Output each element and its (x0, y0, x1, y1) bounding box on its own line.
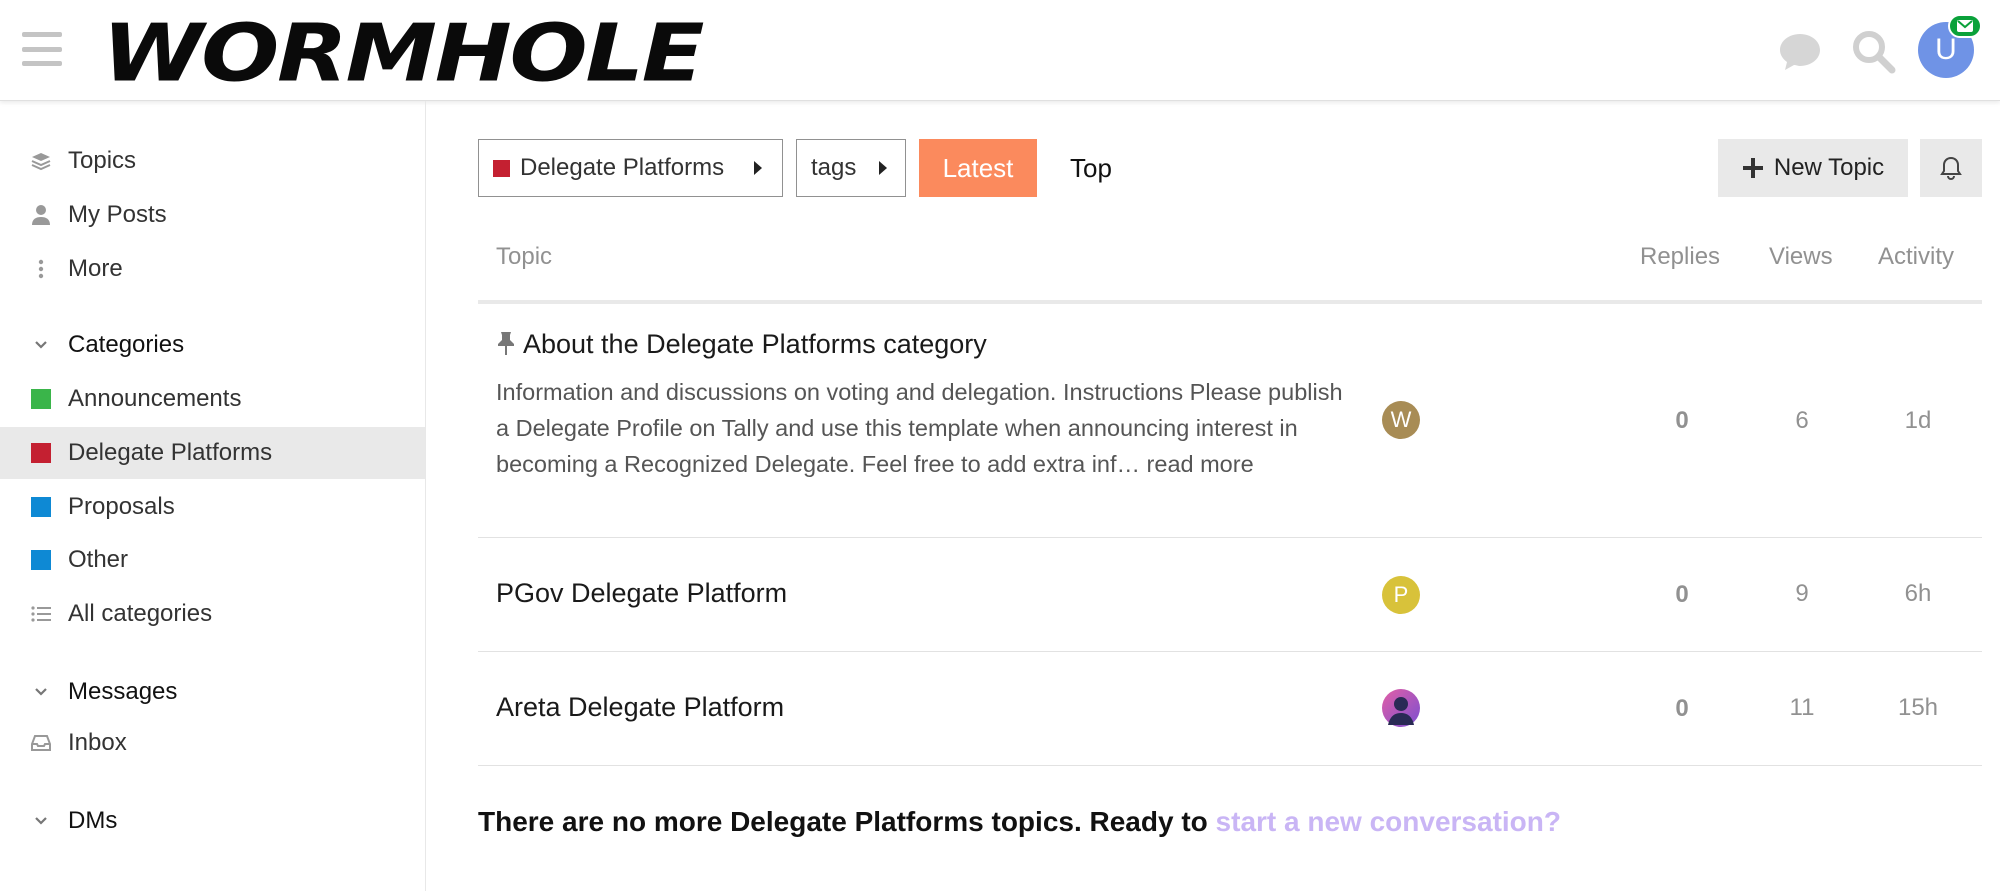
caret-right-icon (754, 161, 762, 175)
views-count: 6 (1795, 407, 1809, 434)
column-header-replies[interactable]: Replies (1640, 243, 1720, 271)
sidebar-item-inbox[interactable]: Inbox (0, 717, 425, 769)
column-header-activity[interactable]: Activity (1878, 243, 1954, 271)
views-count: 11 (1789, 694, 1815, 721)
mail-notification-icon[interactable] (1948, 14, 1982, 38)
replies-count: 0 (1675, 407, 1689, 434)
notification-level-button[interactable] (1920, 139, 1982, 197)
tab-latest[interactable]: Latest (919, 139, 1037, 197)
column-header-views[interactable]: Views (1769, 243, 1833, 271)
sidebar-item-label: Other (68, 546, 129, 573)
section-heading: DMs (68, 807, 118, 834)
pin-icon (496, 331, 516, 360)
plus-icon (1742, 157, 1764, 179)
topic-title-link[interactable]: PGov Delegate Platform (496, 578, 787, 609)
sidebar-section-messages[interactable]: Messages (0, 669, 425, 715)
caret-right-icon (879, 161, 887, 175)
portrait-icon (1388, 697, 1414, 725)
footer-text: There are no more Delegate Platforms top… (478, 806, 1208, 837)
sidebar: Topics My Posts More Categories Announce… (0, 101, 426, 891)
sidebar-item-my-posts[interactable]: My Posts (0, 189, 425, 241)
poster-avatar[interactable]: W (1382, 401, 1420, 439)
sidebar-item-other[interactable]: Other (0, 534, 425, 586)
sidebar-item-label: Inbox (68, 729, 127, 756)
tab-top[interactable]: Top (1070, 139, 1130, 197)
sidebar-item-all-categories[interactable]: All categories (0, 588, 425, 640)
category-dropdown-label: Delegate Platforms (520, 154, 725, 181)
search-icon[interactable] (1850, 28, 1896, 74)
activity-time[interactable]: 15h (1878, 694, 1958, 722)
sidebar-item-proposals[interactable]: Proposals (0, 481, 425, 533)
sidebar-item-delegate-platforms[interactable]: Delegate Platforms (0, 427, 425, 479)
hamburger-menu-icon[interactable] (22, 32, 62, 66)
topic-excerpt: Information and discussions on voting an… (496, 374, 1356, 482)
chat-icon[interactable] (1777, 28, 1823, 74)
row-divider (478, 765, 1982, 766)
category-color-square (493, 159, 510, 177)
topic-title-link[interactable]: About the Delegate Platforms category (523, 329, 987, 360)
category-color-square (31, 550, 51, 570)
category-color-square (31, 443, 51, 463)
vertical-ellipsis-icon (30, 258, 52, 280)
chevron-down-icon (30, 340, 52, 350)
sidebar-section-categories[interactable]: Categories (0, 322, 425, 368)
sidebar-item-topics[interactable]: Topics (0, 135, 425, 187)
replies-count: 0 (1675, 695, 1689, 722)
chevron-down-icon (30, 687, 52, 697)
section-heading: Messages (68, 678, 178, 705)
read-more-link[interactable]: read more (1147, 451, 1254, 477)
row-divider (478, 537, 1982, 538)
bell-icon (1940, 156, 1962, 180)
category-color-square (31, 389, 51, 409)
layers-icon (30, 150, 52, 172)
start-new-conversation-link[interactable]: start a new conversation? (1216, 806, 1561, 837)
sidebar-item-announcements[interactable]: Announcements (0, 373, 425, 425)
replies-count: 0 (1675, 581, 1689, 608)
poster-avatar[interactable]: P (1382, 576, 1420, 614)
category-color-square (31, 497, 51, 517)
tags-dropdown[interactable]: tags (796, 139, 906, 197)
inbox-icon (30, 732, 52, 754)
activity-time[interactable]: 6h (1878, 580, 1958, 608)
poster-avatar[interactable] (1382, 689, 1420, 727)
sidebar-section-dms[interactable]: DMs (0, 798, 425, 844)
user-icon (30, 204, 52, 226)
row-divider (478, 651, 1982, 652)
column-header-topic[interactable]: Topic (496, 243, 552, 271)
sidebar-item-label: Announcements (68, 385, 242, 412)
header-divider (478, 300, 1982, 304)
tags-dropdown-label: tags (811, 154, 857, 181)
new-topic-button[interactable]: New Topic (1718, 139, 1908, 197)
sidebar-item-label: Topics (68, 147, 137, 174)
list-icon (30, 603, 52, 625)
sidebar-item-label: My Posts (68, 201, 167, 228)
new-topic-label: New Topic (1773, 154, 1885, 181)
chevron-down-icon (30, 816, 52, 826)
topic-title-link[interactable]: Areta Delegate Platform (496, 692, 784, 723)
activity-time[interactable]: 1d (1878, 407, 1958, 435)
sidebar-item-label: Proposals (68, 493, 175, 520)
no-more-topics-message: There are no more Delegate Platforms top… (478, 806, 1561, 838)
site-header: WORMHOLE U (0, 0, 2000, 101)
category-dropdown[interactable]: Delegate Platforms (478, 139, 783, 197)
site-logo[interactable]: WORMHOLE (102, 14, 705, 94)
sidebar-item-label: More (68, 255, 123, 282)
views-count: 9 (1795, 580, 1809, 607)
sidebar-item-more[interactable]: More (0, 243, 425, 295)
sidebar-item-label: All categories (68, 600, 213, 627)
section-heading: Categories (68, 331, 185, 358)
sidebar-item-label: Delegate Platforms (68, 439, 273, 466)
